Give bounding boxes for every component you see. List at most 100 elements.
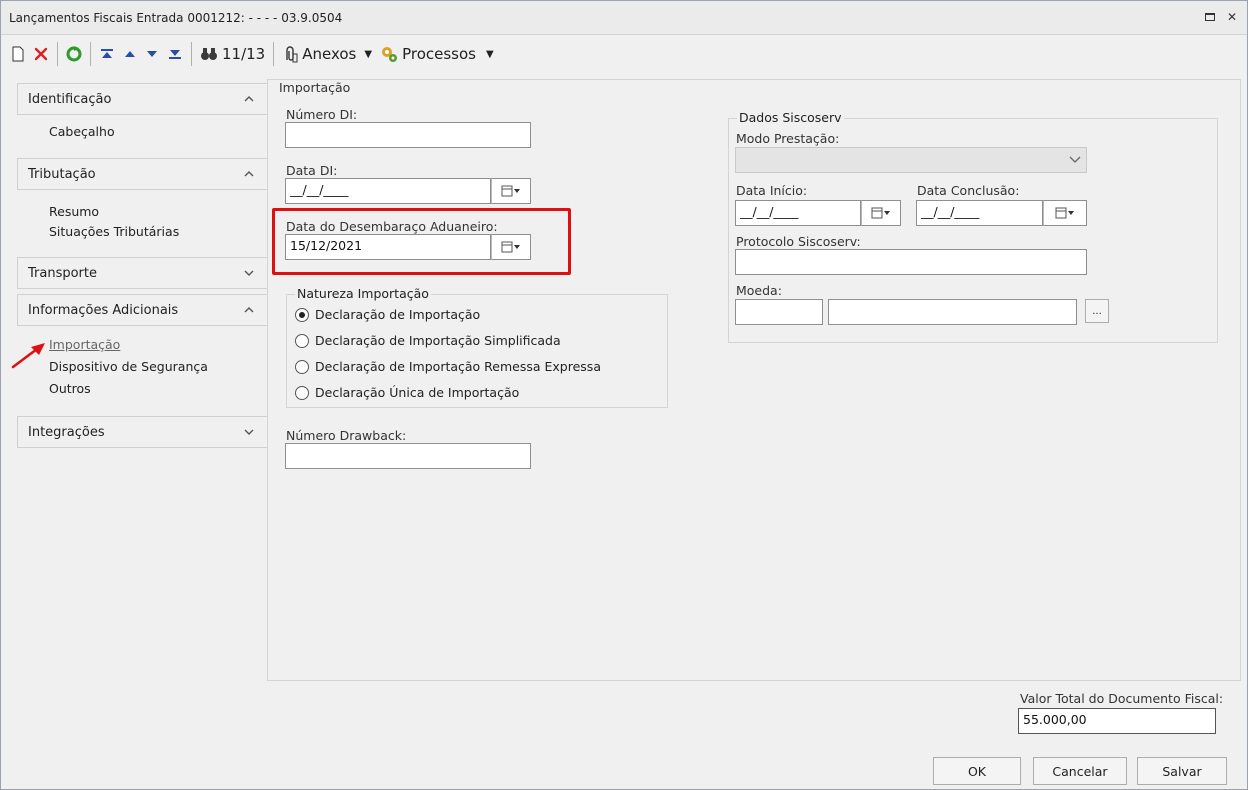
new-record-button[interactable] xyxy=(7,41,29,67)
radio-button[interactable] xyxy=(295,307,309,322)
main-window: Lançamentos Fiscais Entrada 0001212: - -… xyxy=(0,0,1248,790)
delete-icon xyxy=(34,47,48,61)
moeda-name-input[interactable] xyxy=(828,299,1077,325)
sidebar-item-importacao[interactable]: Importação xyxy=(49,337,120,352)
highlight-box xyxy=(272,208,571,275)
moeda-code-input[interactable] xyxy=(735,299,823,325)
radio-declaracao-unica[interactable]: Declaração Única de Importação xyxy=(295,385,519,400)
radio-button[interactable] xyxy=(295,385,309,400)
chevron-up-icon xyxy=(244,171,254,177)
modo-prestacao-label: Modo Prestação: xyxy=(736,131,840,146)
sidebar-item-cabecalho[interactable]: Cabeçalho xyxy=(49,124,115,139)
group-informacoes-adicionais[interactable]: Informações Adicionais xyxy=(17,294,271,326)
radio-button[interactable] xyxy=(295,333,309,348)
data-conclusao-input[interactable]: __/__/____ xyxy=(916,200,1043,226)
total-label: Valor Total do Documento Fiscal: xyxy=(1020,691,1224,706)
last-record-icon xyxy=(169,50,181,59)
numero-di-label: Número DI: xyxy=(286,107,358,122)
delete-record-button[interactable] xyxy=(29,41,53,67)
search-button[interactable]: 11/13 xyxy=(196,41,269,67)
siscoserv-legend: Dados Siscoserv xyxy=(737,110,844,125)
binoculars-icon xyxy=(201,48,217,60)
next-record-button[interactable] xyxy=(141,41,163,67)
restore-icon[interactable] xyxy=(1203,10,1217,24)
ok-button[interactable]: OK xyxy=(933,757,1021,785)
radio-button[interactable] xyxy=(295,359,309,374)
toolbar: 11/13 Anexos ▼ Processos ▼ xyxy=(1,37,1247,71)
toolbar-separator xyxy=(90,42,91,66)
group-label: Tributação xyxy=(28,166,96,182)
radio-label: Declaração Única de Importação xyxy=(315,385,520,400)
chevron-up-icon xyxy=(244,307,254,313)
dropdown-arrow-icon: ▼ xyxy=(364,48,373,60)
group-label: Identificação xyxy=(28,91,112,107)
processes-button[interactable]: Processos ▼ xyxy=(376,41,498,67)
data-conclusao-calendar-button[interactable] xyxy=(1043,200,1087,226)
chevron-down-icon xyxy=(244,429,254,435)
data-di-input[interactable]: __/__/____ xyxy=(285,178,491,204)
new-document-icon xyxy=(12,46,24,62)
last-record-button[interactable] xyxy=(163,41,187,67)
numero-di-input[interactable] xyxy=(285,122,531,148)
radio-declaracao-remessa-expressa[interactable]: Declaração de Importação Remessa Express… xyxy=(295,359,601,374)
arrow-up-icon xyxy=(125,51,135,57)
data-inicio-input[interactable]: __/__/____ xyxy=(735,200,861,226)
protocolo-label: Protocolo Siscoserv: xyxy=(736,234,861,249)
chevron-down-icon xyxy=(244,270,254,276)
previous-record-button[interactable] xyxy=(119,41,141,67)
paperclip-icon xyxy=(286,46,298,63)
sidebar-item-resumo[interactable]: Resumo xyxy=(49,204,99,219)
group-transporte[interactable]: Transporte xyxy=(17,257,271,289)
window-title: Lançamentos Fiscais Entrada 0001212: - -… xyxy=(9,10,343,25)
protocolo-input[interactable] xyxy=(735,249,1087,275)
moeda-browse-button[interactable]: ... xyxy=(1085,299,1109,323)
gears-icon xyxy=(382,47,398,62)
title-bar: Lançamentos Fiscais Entrada 0001212: - -… xyxy=(1,1,1247,35)
chevron-down-icon xyxy=(1069,156,1081,163)
section-title: Importação xyxy=(277,80,353,95)
toolbar-separator xyxy=(57,42,58,66)
radio-declaracao-simplificada[interactable]: Declaração de Importação Simplificada xyxy=(295,333,561,348)
group-label: Transporte xyxy=(28,265,97,281)
group-label: Informações Adicionais xyxy=(28,302,179,318)
chevron-up-icon xyxy=(244,96,254,102)
group-integracoes[interactable]: Integrações xyxy=(17,416,271,448)
refresh-icon xyxy=(66,46,82,62)
group-identificacao[interactable]: Identificação xyxy=(17,83,271,115)
sidebar-item-situacoes-tributarias[interactable]: Situações Tributárias xyxy=(49,224,179,239)
processes-label: Processos xyxy=(402,45,476,63)
dropdown-arrow-icon: ▼ xyxy=(485,48,494,60)
sidebar-item-outros[interactable]: Outros xyxy=(49,381,91,396)
close-icon[interactable]: ✕ xyxy=(1225,10,1239,24)
group-tributacao[interactable]: Tributação xyxy=(17,158,271,190)
refresh-button[interactable] xyxy=(62,41,86,67)
radio-declaracao-importacao[interactable]: Declaração de Importação xyxy=(295,307,480,322)
calendar-icon xyxy=(871,207,890,219)
radio-label: Declaração de Importação xyxy=(315,307,481,322)
modo-prestacao-select[interactable] xyxy=(735,147,1087,173)
radio-label: Declaração de Importação Simplificada xyxy=(315,333,561,348)
moeda-label: Moeda: xyxy=(736,283,782,298)
data-inicio-calendar-button[interactable] xyxy=(861,200,901,226)
toolbar-separator xyxy=(273,42,275,66)
total-value-input[interactable]: 55.000,00 xyxy=(1018,708,1216,734)
group-label: Integrações xyxy=(28,424,105,440)
cancel-button[interactable]: Cancelar xyxy=(1033,757,1127,785)
data-di-calendar-button[interactable] xyxy=(491,178,531,204)
data-inicio-label: Data Início: xyxy=(736,183,808,198)
first-record-icon xyxy=(101,49,113,58)
data-conclusao-label: Data Conclusão: xyxy=(917,183,1020,198)
window-controls: ✕ xyxy=(1203,10,1239,24)
attachments-button[interactable]: Anexos ▼ xyxy=(278,41,376,67)
data-di-label: Data DI: xyxy=(286,163,338,178)
sidebar-item-dispositivo-seguranca[interactable]: Dispositivo de Segurança xyxy=(49,359,208,374)
numero-drawback-input[interactable] xyxy=(285,443,531,469)
numero-drawback-label: Número Drawback: xyxy=(286,428,407,443)
save-button[interactable]: Salvar xyxy=(1137,757,1227,785)
arrow-pointer-icon xyxy=(11,343,45,369)
natureza-importacao-group: Natureza Importação Declaração de Import… xyxy=(286,286,668,408)
first-record-button[interactable] xyxy=(95,41,119,67)
arrow-down-icon xyxy=(147,51,157,57)
attachments-label: Anexos xyxy=(302,45,357,63)
calendar-icon xyxy=(1055,207,1074,219)
